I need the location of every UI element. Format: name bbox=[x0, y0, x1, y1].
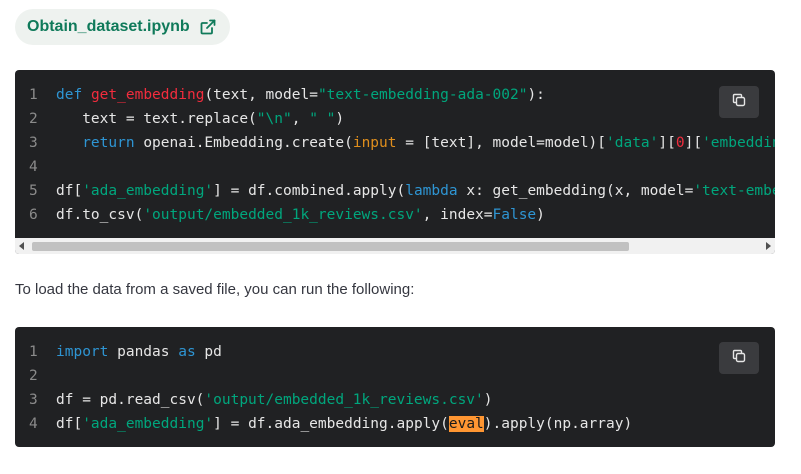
notebook-link[interactable]: Obtain_dataset.ipynb bbox=[15, 9, 230, 45]
scroll-left-icon[interactable] bbox=[19, 242, 24, 250]
code-token: pandas bbox=[108, 344, 179, 360]
code-text: return openai.Embedding.create(input = [… bbox=[55, 131, 775, 155]
code-token: 'output/embedded_1k_reviews.csv' bbox=[143, 207, 423, 223]
code-token: 'ada_embedding' bbox=[82, 183, 214, 199]
notebook-link-label: Obtain_dataset.ipynb bbox=[27, 18, 190, 35]
code-token: ][ bbox=[658, 135, 676, 151]
code-token: "text-embedding-ada-002" bbox=[317, 87, 528, 103]
line-number: 1 bbox=[29, 344, 38, 360]
code-token: , index= bbox=[422, 207, 493, 223]
copy-code-button[interactable] bbox=[719, 342, 759, 374]
code-content: 1 def get_embedding(text, model="text-emb… bbox=[15, 83, 775, 227]
code-token: df[ bbox=[56, 183, 83, 199]
code-token: get_embedding bbox=[90, 87, 205, 103]
code-token: lambda bbox=[405, 183, 458, 199]
code-token: text = text.replace( bbox=[56, 111, 257, 127]
code-line: 2 text = text.replace("\n", " ") bbox=[15, 107, 775, 131]
code-token: ][ bbox=[684, 135, 703, 151]
code-token: , bbox=[291, 111, 310, 127]
code-block-embedding: 1 def get_embedding(text, model="text-emb… bbox=[15, 70, 775, 254]
code-token: 'output/embedded_1k_reviews.csv' bbox=[204, 392, 484, 408]
line-number: 2 bbox=[29, 111, 38, 127]
code-content: 1 import pandas as pd 2 3 df = pd.read_csv('… bbox=[15, 340, 775, 436]
code-token: ): bbox=[527, 87, 545, 103]
code-line: 3 return openai.Embedding.create(input =… bbox=[15, 131, 775, 155]
code-text: df.to_csv('output/embedded_1k_reviews.cs… bbox=[55, 203, 545, 227]
code-token: def bbox=[56, 87, 83, 103]
code-token: = [text], model=model)[ bbox=[396, 135, 607, 151]
code-token: False bbox=[492, 207, 537, 223]
scrollbar-thumb[interactable] bbox=[32, 242, 629, 251]
code-token: (text, model= bbox=[204, 87, 318, 103]
external-link-icon bbox=[200, 19, 216, 35]
code-token: ) bbox=[536, 207, 545, 223]
code-token: x: get_embedding(x, model= bbox=[457, 183, 694, 199]
copy-icon bbox=[731, 348, 747, 369]
code-line: 1 import pandas as pd bbox=[15, 340, 775, 364]
code-text: df['ada_embedding'] = df.ada_embedding.a… bbox=[55, 412, 632, 436]
code-token: 'ada_embedding' bbox=[82, 416, 214, 432]
line-number: 6 bbox=[29, 207, 38, 223]
code-line: 1 def get_embedding(text, model="text-emb… bbox=[15, 83, 775, 107]
load-data-paragraph: To load the data from a saved file, you … bbox=[15, 281, 415, 298]
code-token: 'embedding' bbox=[702, 135, 775, 151]
line-number: 3 bbox=[29, 392, 38, 408]
horizontal-scrollbar[interactable] bbox=[15, 238, 775, 254]
code-block-load: 1 import pandas as pd 2 3 df = pd.read_csv('… bbox=[15, 327, 775, 447]
code-token: df.to_csv( bbox=[56, 207, 144, 223]
code-text: df = pd.read_csv('output/embedded_1k_rev… bbox=[55, 388, 493, 412]
code-line: 3 df = pd.read_csv('output/embedded_1k_re… bbox=[15, 388, 775, 412]
line-number: 3 bbox=[29, 135, 38, 151]
code-token: input bbox=[352, 135, 397, 151]
code-token: 'data' bbox=[606, 135, 659, 151]
code-text: text = text.replace("\n", " ") bbox=[55, 107, 344, 131]
line-number: 5 bbox=[29, 183, 38, 199]
code-text: df['ada_embedding'] = df.combined.apply(… bbox=[55, 179, 775, 203]
code-token: openai.Embedding.create( bbox=[134, 135, 353, 151]
code-token: df[ bbox=[56, 416, 83, 432]
line-number: 4 bbox=[29, 416, 38, 432]
code-text: def get_embedding(text, model="text-embe… bbox=[55, 83, 545, 107]
code-text: import pandas as pd bbox=[55, 340, 222, 364]
code-token: ] = df.combined.apply( bbox=[213, 183, 406, 199]
code-line: 6 df.to_csv('output/embedded_1k_reviews.c… bbox=[15, 203, 775, 227]
scroll-right-icon[interactable] bbox=[766, 242, 771, 250]
code-line: 4 df['ada_embedding'] = df.ada_embedding.… bbox=[15, 412, 775, 436]
code-line: 5 df['ada_embedding'] = df.combined.apply… bbox=[15, 179, 775, 203]
code-token: return bbox=[82, 135, 135, 151]
code-token: ).apply(np.array) bbox=[483, 416, 633, 432]
code-token: df = pd.read_csv( bbox=[56, 392, 205, 408]
code-token: ) bbox=[335, 111, 345, 127]
code-token: 'text-embedding-ada-002' bbox=[693, 183, 775, 199]
copy-icon bbox=[731, 92, 747, 113]
code-token: ) bbox=[483, 392, 493, 408]
code-token: "\n" bbox=[256, 111, 292, 127]
code-token: pd bbox=[195, 344, 222, 360]
code-token: eval bbox=[448, 416, 484, 432]
code-token: ] = df.ada_embedding.apply( bbox=[213, 416, 449, 432]
code-token: import bbox=[56, 344, 109, 360]
code-token: as bbox=[178, 344, 196, 360]
code-line: 4 bbox=[15, 155, 775, 179]
line-number: 1 bbox=[29, 87, 38, 103]
code-line: 2 bbox=[15, 364, 775, 388]
line-number: 2 bbox=[29, 368, 38, 384]
copy-code-button[interactable] bbox=[719, 86, 759, 118]
line-number: 4 bbox=[29, 159, 38, 175]
code-token: " " bbox=[309, 111, 336, 127]
code-token: 0 bbox=[675, 135, 685, 151]
